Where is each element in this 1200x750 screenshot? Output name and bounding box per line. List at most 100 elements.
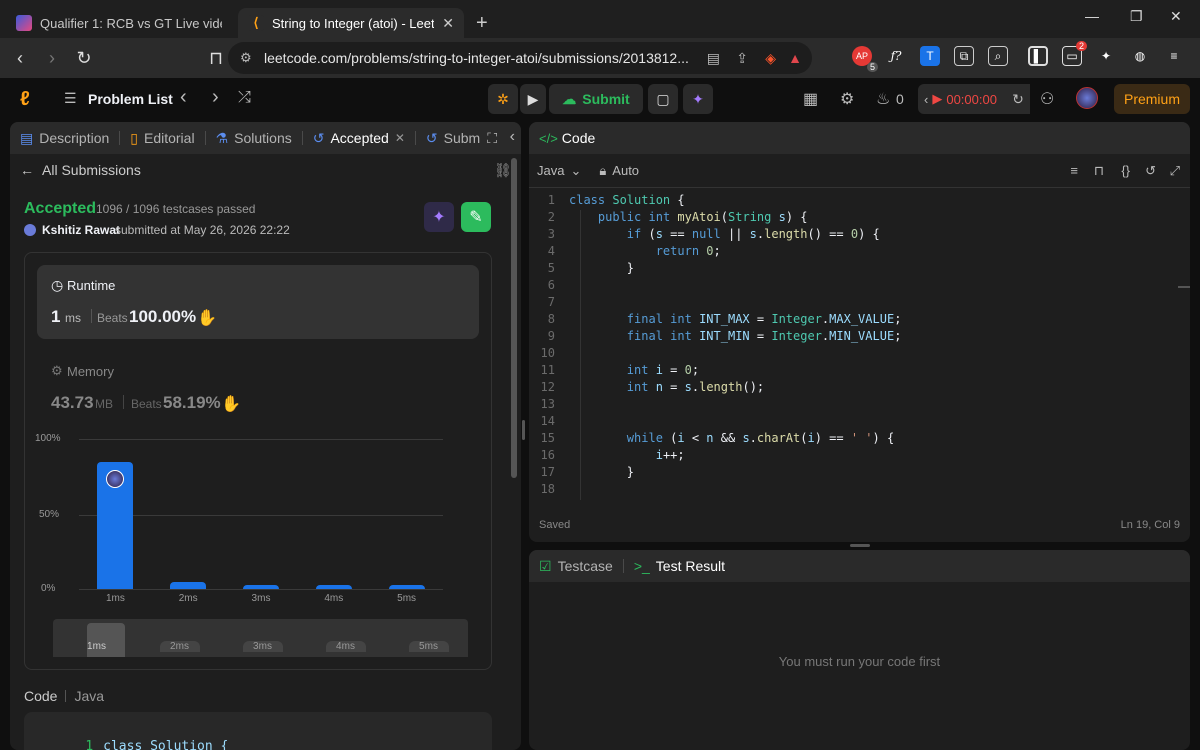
timer-collapse-icon[interactable]: ‹ [924,92,928,107]
tab-editorial[interactable]: ▯ Editorial [124,122,200,154]
layout-icon[interactable]: ▦ [803,89,818,109]
restore-icon[interactable]: ❐ [1130,8,1143,25]
code-line[interactable]: 5 } [529,261,1190,278]
code-line[interactable]: 11 int i = 0; [529,363,1190,380]
code-line[interactable]: 17 } [529,465,1190,482]
menu-icon[interactable]: ≡ [1164,46,1184,66]
streak-fire-icon[interactable]: ♨ [876,89,890,109]
braces-icon[interactable]: {} [1121,163,1130,178]
screenshot-extension-icon[interactable]: ⌕ [988,46,1008,66]
code-line[interactable]: 3 if (s == null || s.length() == 0) { [529,227,1190,244]
url-field[interactable]: ⚙ leetcode.com/problems/string-to-intege… [228,42,812,74]
code-line[interactable]: 13 [529,397,1190,414]
run-button[interactable]: ▶ [520,84,546,114]
format-icon[interactable]: ≡ [1070,163,1078,178]
close-window-icon[interactable]: ✕ [1170,8,1182,25]
tab-test-result[interactable]: >_ Test Result [628,550,731,582]
code-line[interactable]: 4 return 0; [529,244,1190,261]
puzzle-extensions-icon[interactable]: ⧉ [954,46,974,66]
tab-accepted[interactable]: ↺ Accepted ✕ [307,122,411,154]
runtime-card[interactable]: ◷ Runtime 1 ms Beats 100.00% ✋ [37,265,479,339]
submitter-name[interactable]: Kshitiz Rawat [42,223,120,237]
forward-icon[interactable]: › [38,48,66,69]
new-tab-button[interactable]: + [464,8,500,38]
code-line[interactable]: 2 public int myAtoi(String s) { [529,210,1190,227]
brave-shield-icon[interactable]: ◈ [765,50,776,67]
reset-icon[interactable]: ↺ [1145,163,1156,179]
horizontal-splitter[interactable] [850,544,870,547]
shuffle-icon[interactable]: ⤮ [238,89,251,107]
code-line[interactable]: 8 final int INT_MAX = Integer.MAX_VALUE; [529,312,1190,329]
reload-icon[interactable]: ↻ [70,48,98,69]
problem-list-link[interactable]: Problem List [88,91,173,107]
code-line[interactable]: 12 int n = s.length(); [529,380,1190,397]
collapse-panel-icon[interactable]: ‹ [510,128,515,146]
browser-tab-leetcode[interactable]: ⟨ String to Integer (atoi) - LeetCod ✕ [238,8,464,38]
code-line[interactable]: 14 [529,414,1190,431]
timer-play-icon[interactable]: ▶ [932,91,942,107]
code-line[interactable]: 7 [529,295,1190,312]
settings-icon[interactable]: ⚙ [840,89,854,109]
code-line[interactable]: 6 [529,278,1190,295]
tab-solutions[interactable]: ⚗ Solutions [210,122,298,154]
range-selector[interactable]: 1ms 2ms 3ms 4ms 5ms [53,619,468,657]
code-line[interactable]: 15 while (i < n && s.charAt(i) == ' ') { [529,431,1190,448]
bookmark-icon[interactable]: ⊓ [202,48,230,69]
fullscreen-icon[interactable]: ⛶ [487,130,497,147]
share-icon[interactable]: ⇪ [736,50,748,67]
bar-5ms[interactable] [388,584,425,589]
code-line[interactable]: 1 class Solution { [529,193,1190,210]
reader-icon[interactable]: ▤ [707,50,720,67]
vertical-splitter[interactable] [522,420,525,440]
code-lang: Java [74,688,105,704]
all-submissions-link[interactable]: ← All Submissions [20,162,141,178]
tab-testcase[interactable]: ☑ Testcase [529,550,619,582]
timer-reset-button[interactable]: ↻ [1006,84,1030,114]
formula-extension-icon[interactable]: ƒ? [886,46,906,66]
adblock-extension-icon[interactable]: AP 5 [852,46,878,72]
edit-solution-button[interactable]: ✎ [461,202,491,232]
bar-4ms[interactable] [315,584,352,589]
bookmark-icon[interactable]: ⊓ [1094,163,1104,179]
debug-button[interactable]: ✲ [488,84,518,114]
wallet-icon[interactable]: ▭ 2 [1062,41,1087,66]
language-select[interactable]: Java ⌄ [537,163,581,179]
submit-button[interactable]: ☁ Submit [549,84,643,114]
add-friend-icon[interactable]: ⚇ [1040,89,1054,109]
bar-2ms[interactable] [170,581,207,589]
left-scrollbar[interactable] [511,158,517,478]
bar-3ms[interactable] [243,584,279,589]
vpn-icon[interactable]: ◍ [1130,46,1150,66]
premium-button[interactable]: Premium [1114,84,1190,114]
memory-card[interactable]: ⚙ Memory 43.73 MB Beats 58.19% ✋ [37,353,479,423]
close-tab-icon[interactable]: ✕ [395,131,405,145]
notes-button[interactable]: ▢ [648,84,678,114]
site-info-icon[interactable]: ⚙ [240,50,252,66]
ai-assist-button[interactable]: ✦ [683,84,713,114]
mode-label[interactable]: Auto [612,163,639,178]
translate-extension-icon[interactable]: T [920,46,940,66]
code-line[interactable]: 16 i++; [529,448,1190,465]
next-problem-icon[interactable]: › [212,86,219,109]
link-icon[interactable]: ⛓ [494,162,512,179]
expand-icon[interactable]: ⤢ [1170,163,1180,179]
prev-problem-icon[interactable]: ‹ [180,86,187,109]
problem-list-icon[interactable]: ☰ [64,90,77,107]
tab-submissions[interactable]: ↺ Subm [420,122,486,154]
close-tab-icon[interactable]: ✕ [442,15,454,32]
sidebar-icon[interactable]: ▌ [1028,46,1048,66]
rewards-icon[interactable]: ▲ [788,50,802,66]
analyze-button[interactable]: ✦ [424,202,454,232]
editor-toolbar: Java ⌄ 🔒︎ Auto ≡ ⊓ {} ↺ ⤢ [529,154,1190,188]
code-line[interactable]: 10 [529,346,1190,363]
leo-ai-icon[interactable]: ✦ [1096,46,1116,66]
code-line[interactable]: 9 final int INT_MIN = Integer.MIN_VALUE; [529,329,1190,346]
leetcode-logo-icon[interactable]: ℓ [20,88,30,111]
avatar[interactable] [1076,87,1098,109]
code-line[interactable]: 18 [529,482,1190,499]
code-area[interactable]: 1 class Solution {2 public int myAtoi(Str… [529,193,1190,501]
browser-tab-cricket[interactable]: Qualifier 1: RCB vs GT Live video strea [6,8,232,38]
back-icon[interactable]: ‹ [6,48,34,69]
tab-description[interactable]: ▤ Description [10,122,115,154]
minimize-icon[interactable]: — [1085,8,1099,24]
